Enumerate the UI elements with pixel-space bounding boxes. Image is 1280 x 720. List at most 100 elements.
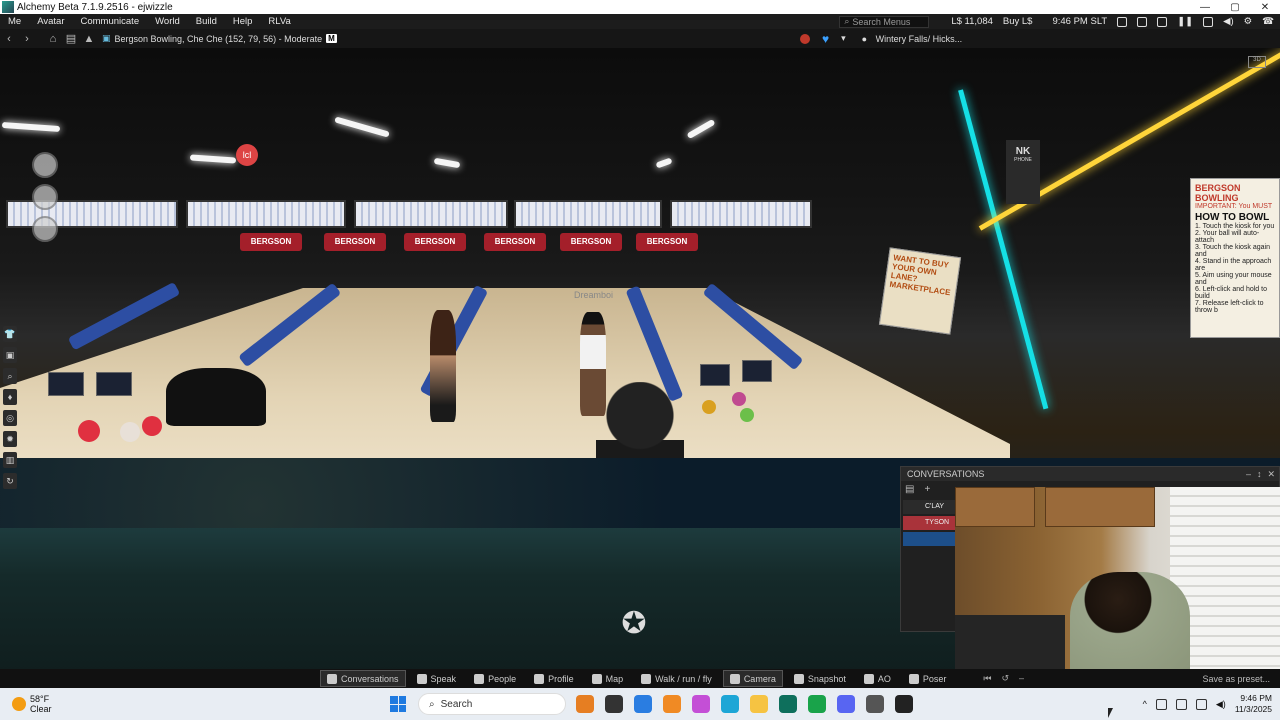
taskbar-app-icon[interactable] (576, 695, 594, 713)
minimize-button[interactable]: — (1190, 2, 1220, 13)
chat-bubble-icon (327, 673, 337, 684)
close-icon[interactable]: ✕ (1267, 467, 1275, 481)
hud-lcl-badge[interactable]: lcl (236, 144, 258, 166)
media-loop-icon[interactable]: ↺ (1002, 673, 1010, 684)
view-icon[interactable] (1157, 16, 1168, 27)
rack-screen (700, 364, 730, 386)
toolbar-button-profile[interactable]: Profile (527, 670, 581, 687)
gear-icon[interactable]: ⚙ (1244, 16, 1253, 27)
cabinet (955, 487, 1035, 527)
slt-clock: 9:46 PM SLT (1052, 16, 1108, 27)
inventory-icon[interactable]: ▣ (3, 347, 17, 363)
taskbar-app-icon[interactable] (866, 695, 884, 713)
notes-icon[interactable]: ▤ (62, 32, 80, 45)
chevron-up-icon[interactable]: ^ (1143, 699, 1147, 709)
conversation-tab[interactable] (903, 532, 955, 546)
filter-icon[interactable] (1203, 16, 1214, 27)
add-conversation-icon[interactable]: + (924, 484, 930, 495)
close-button[interactable]: ✕ (1250, 2, 1280, 13)
toolbar-button-speak[interactable]: Speak (410, 670, 464, 687)
taskbar-app-icon[interactable] (837, 695, 855, 713)
toolbar-button-snapshot[interactable]: Snapshot (787, 670, 853, 687)
menu-rlva[interactable]: RLVa (260, 16, 298, 27)
shirt-icon[interactable]: 👕 (3, 326, 17, 342)
media-prev-icon[interactable]: ⏮ (983, 673, 991, 684)
detach-icon[interactable]: ↕ (1257, 467, 1262, 481)
minimize-icon[interactable]: – (1246, 467, 1251, 481)
pause-icon[interactable]: ❚❚ (1177, 16, 1193, 27)
media-collapse-icon[interactable]: – (1019, 673, 1024, 684)
monitor-icon[interactable] (1137, 16, 1148, 27)
save-as-preset-button[interactable]: Save as preset... (1202, 674, 1280, 684)
menu-build[interactable]: Build (188, 16, 225, 27)
stats-icon[interactable]: ▥ (3, 452, 17, 468)
search-icon: ⌕ (429, 698, 435, 710)
taskbar-search[interactable]: ⌕ Search (418, 693, 566, 715)
sign-step: 5. Aim using your mouse and (1195, 272, 1272, 286)
speaker-icon[interactable] (1117, 16, 1128, 27)
nk-phone-logo: NK PHONE (1006, 140, 1040, 204)
mic-icon[interactable] (1175, 698, 1187, 710)
sun-icon[interactable]: ✹ (3, 431, 17, 447)
taskbar-app-icon[interactable] (808, 695, 826, 713)
weather-widget[interactable]: 58°F Clear (0, 694, 390, 714)
dropdown-icon[interactable]: ▾ (841, 33, 846, 44)
menu-world[interactable]: World (147, 16, 188, 27)
favorite-heart-icon[interactable]: ♥ (822, 32, 829, 46)
taskbar-clock[interactable]: 9:46 PM 11/3/2025 (1235, 693, 1272, 715)
hud-avatar-icon[interactable] (32, 184, 58, 210)
search-menus-input[interactable]: ⌕ Search Menus (839, 15, 930, 28)
conversation-tab[interactable]: C'LAY ES (903, 500, 955, 524)
maximize-button[interactable]: ▢ (1220, 2, 1250, 13)
menu-me[interactable]: Me (0, 16, 29, 27)
location-field[interactable]: ▣ Bergson Bowling, Che Che (152, 79, 56)… (102, 33, 662, 44)
toolbar-button-ao[interactable]: AO (857, 670, 898, 687)
toolbar-button-people[interactable]: People (467, 670, 523, 687)
avatar-standing-brown-hair[interactable] (430, 310, 456, 422)
lamp-icon[interactable]: ♦ (3, 389, 17, 405)
menu-communicate[interactable]: Communicate (73, 16, 148, 27)
view-mode-icon[interactable]: 3D (1248, 56, 1266, 68)
display-icon[interactable] (1195, 698, 1207, 710)
radar-icon[interactable]: ◎ (3, 410, 17, 426)
home-icon[interactable]: ⌂ (44, 33, 62, 45)
hud-avatar-icon[interactable] (32, 152, 58, 178)
forward-icon[interactable]: › (18, 33, 36, 45)
taskbar-app-icon[interactable] (750, 695, 768, 713)
rack-screen (96, 372, 132, 396)
sign-step: 3. Touch the kiosk again and (1195, 244, 1270, 258)
landmark-icon[interactable]: ▲ (80, 33, 98, 45)
taskbar-app-icon[interactable] (895, 695, 913, 713)
toolbar-button-label: Conversations (341, 673, 399, 684)
menu-help[interactable]: Help (225, 16, 261, 27)
ceiling-light (433, 157, 461, 169)
taskbar-app-icon[interactable] (634, 695, 652, 713)
taskbar-search-placeholder: Search (440, 698, 473, 710)
windows-start-icon[interactable] (390, 696, 406, 712)
phone-icon[interactable]: ☎ (1262, 16, 1274, 27)
conversation-tab[interactable]: TYSON S (903, 516, 955, 540)
taskbar-app-icon[interactable] (721, 695, 739, 713)
taskbar-app-icon[interactable] (779, 695, 797, 713)
toolbar-button-label: Profile (548, 673, 574, 684)
taskbar-app-icon[interactable] (663, 695, 681, 713)
refresh-icon[interactable]: ↻ (3, 473, 17, 489)
toolbar-button-map[interactable]: Map (585, 670, 631, 687)
sort-icon[interactable]: ▤ (905, 484, 914, 495)
menu-avatar[interactable]: Avatar (29, 16, 72, 27)
search-icon[interactable]: ⌕ (3, 368, 17, 384)
toolbar-button-poser[interactable]: Poser (902, 670, 954, 687)
toolbar-button-walk-run-fly[interactable]: Walk / run / fly (634, 670, 719, 687)
network-icon[interactable] (1155, 698, 1167, 710)
taskbar-app-icon[interactable] (605, 695, 623, 713)
favorites-bar-item[interactable]: ● Wintery Falls/ Hicks... (862, 34, 962, 44)
back-icon[interactable]: ‹ (0, 33, 18, 45)
volume-icon[interactable]: ◀) (1216, 699, 1226, 710)
taskbar-app-icon[interactable] (692, 695, 710, 713)
volume-icon[interactable]: ◀) (1223, 16, 1233, 27)
toolbar-button-conversations[interactable]: Conversations (320, 670, 406, 687)
hud-avatar-icon[interactable] (32, 216, 58, 242)
how-to-bowl-sign: BERGSON BOWLING IMPORTANT: You MUST HOW … (1190, 178, 1280, 338)
buy-currency-button[interactable]: Buy L$ (1003, 16, 1033, 27)
toolbar-button-camera[interactable]: Camera (722, 670, 783, 687)
